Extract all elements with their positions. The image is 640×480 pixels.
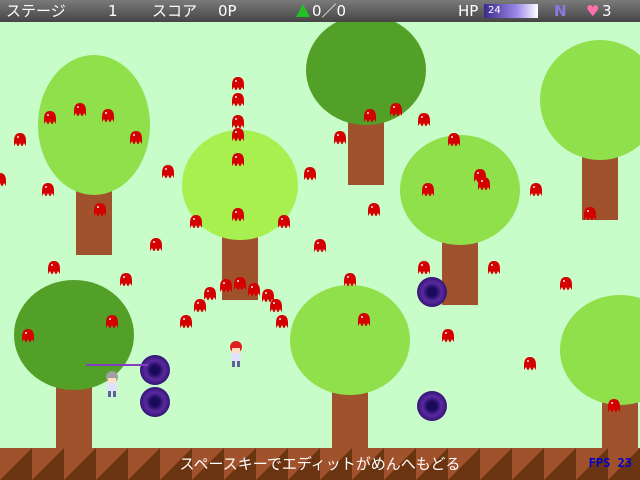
enemy-sprite: [232, 115, 244, 128]
enemy-sprite: [44, 111, 56, 124]
enemy-sprite: [232, 77, 244, 90]
ally-character: [106, 371, 118, 397]
tree-counter-icon: [296, 4, 310, 17]
dark-orb-enemy: [140, 387, 170, 417]
enemy-sprite: [418, 113, 430, 126]
enemy-sprite: [276, 315, 288, 328]
enemy-sprite: [248, 283, 260, 296]
enemy-sprite: [42, 183, 54, 196]
enemy-sprite: [232, 93, 244, 106]
score-value: 0P: [218, 2, 237, 20]
tree-canopy: [290, 285, 410, 395]
enemy-sprite: [334, 131, 346, 144]
enemy-sprite: [232, 128, 244, 141]
enemy-sprite: [304, 167, 316, 180]
tree-count: 0／0: [312, 2, 347, 20]
enemy-sprite: [94, 203, 106, 216]
hud-bar: ステージ 1 スコア 0P 0／0 HP 24 N ♥ 3: [0, 0, 640, 22]
enemy-sprite: [344, 273, 356, 286]
enemy-sprite: [584, 207, 596, 220]
game-field: [0, 22, 640, 448]
enemy-sprite: [368, 203, 380, 216]
enemy-sprite: [102, 109, 114, 122]
enemy-sprite: [530, 183, 542, 196]
dark-orb-enemy: [417, 277, 447, 307]
status-message: スペースキーでエディットがめんへもどる: [179, 455, 461, 473]
ground-strip: スペースキーでエディットがめんへもどる FPS 23: [0, 448, 640, 480]
hp-bar: 24: [484, 4, 538, 18]
enemy-sprite: [422, 183, 434, 196]
score-label: スコア: [152, 2, 198, 20]
tree-canopy: [540, 40, 640, 160]
stage-label: ステージ: [6, 2, 66, 20]
enemy-sprite: [478, 177, 490, 190]
hp-value: 24: [488, 5, 501, 16]
enemy-sprite: [232, 153, 244, 166]
enemy-sprite: [234, 277, 246, 290]
enemy-sprite: [180, 315, 192, 328]
tree-canopy: [38, 55, 150, 195]
attack-beam: [86, 364, 148, 366]
enemy-sprite: [150, 238, 162, 251]
enemy-sprite: [204, 287, 216, 300]
dark-orb-enemy: [140, 355, 170, 385]
enemy-sprite: [270, 299, 282, 312]
enemy-sprite: [130, 131, 142, 144]
enemy-sprite: [190, 215, 202, 228]
stage-value: 1: [108, 2, 118, 20]
enemy-sprite: [22, 329, 34, 342]
enemy-sprite: [442, 329, 454, 342]
enemy-sprite: [232, 208, 244, 221]
enemy-sprite: [358, 313, 370, 326]
enemy-sprite: [0, 173, 6, 186]
enemy-sprite: [74, 103, 86, 116]
enemy-sprite: [608, 399, 620, 412]
tree-canopy: [400, 135, 520, 245]
enemy-sprite: [448, 133, 460, 146]
enemy-sprite: [524, 357, 536, 370]
enemy-sprite: [220, 279, 232, 292]
player-character: [230, 341, 242, 367]
fps-counter: FPS 23: [588, 456, 632, 470]
heart-icon: ♥: [586, 2, 600, 20]
enemy-sprite: [390, 103, 402, 116]
tree-canopy: [560, 295, 640, 405]
enemy-sprite: [418, 261, 430, 274]
enemy-sprite: [194, 299, 206, 312]
dark-orb-enemy: [417, 391, 447, 421]
mode-indicator: N: [554, 2, 567, 20]
enemy-sprite: [278, 215, 290, 228]
enemy-sprite: [488, 261, 500, 274]
enemy-sprite: [120, 273, 132, 286]
lives-count: 3: [602, 2, 612, 20]
enemy-sprite: [106, 315, 118, 328]
hp-label: HP: [458, 2, 479, 20]
enemy-sprite: [48, 261, 60, 274]
enemy-sprite: [364, 109, 376, 122]
enemy-sprite: [560, 277, 572, 290]
enemy-sprite: [314, 239, 326, 252]
enemy-sprite: [14, 133, 26, 146]
enemy-sprite: [162, 165, 174, 178]
